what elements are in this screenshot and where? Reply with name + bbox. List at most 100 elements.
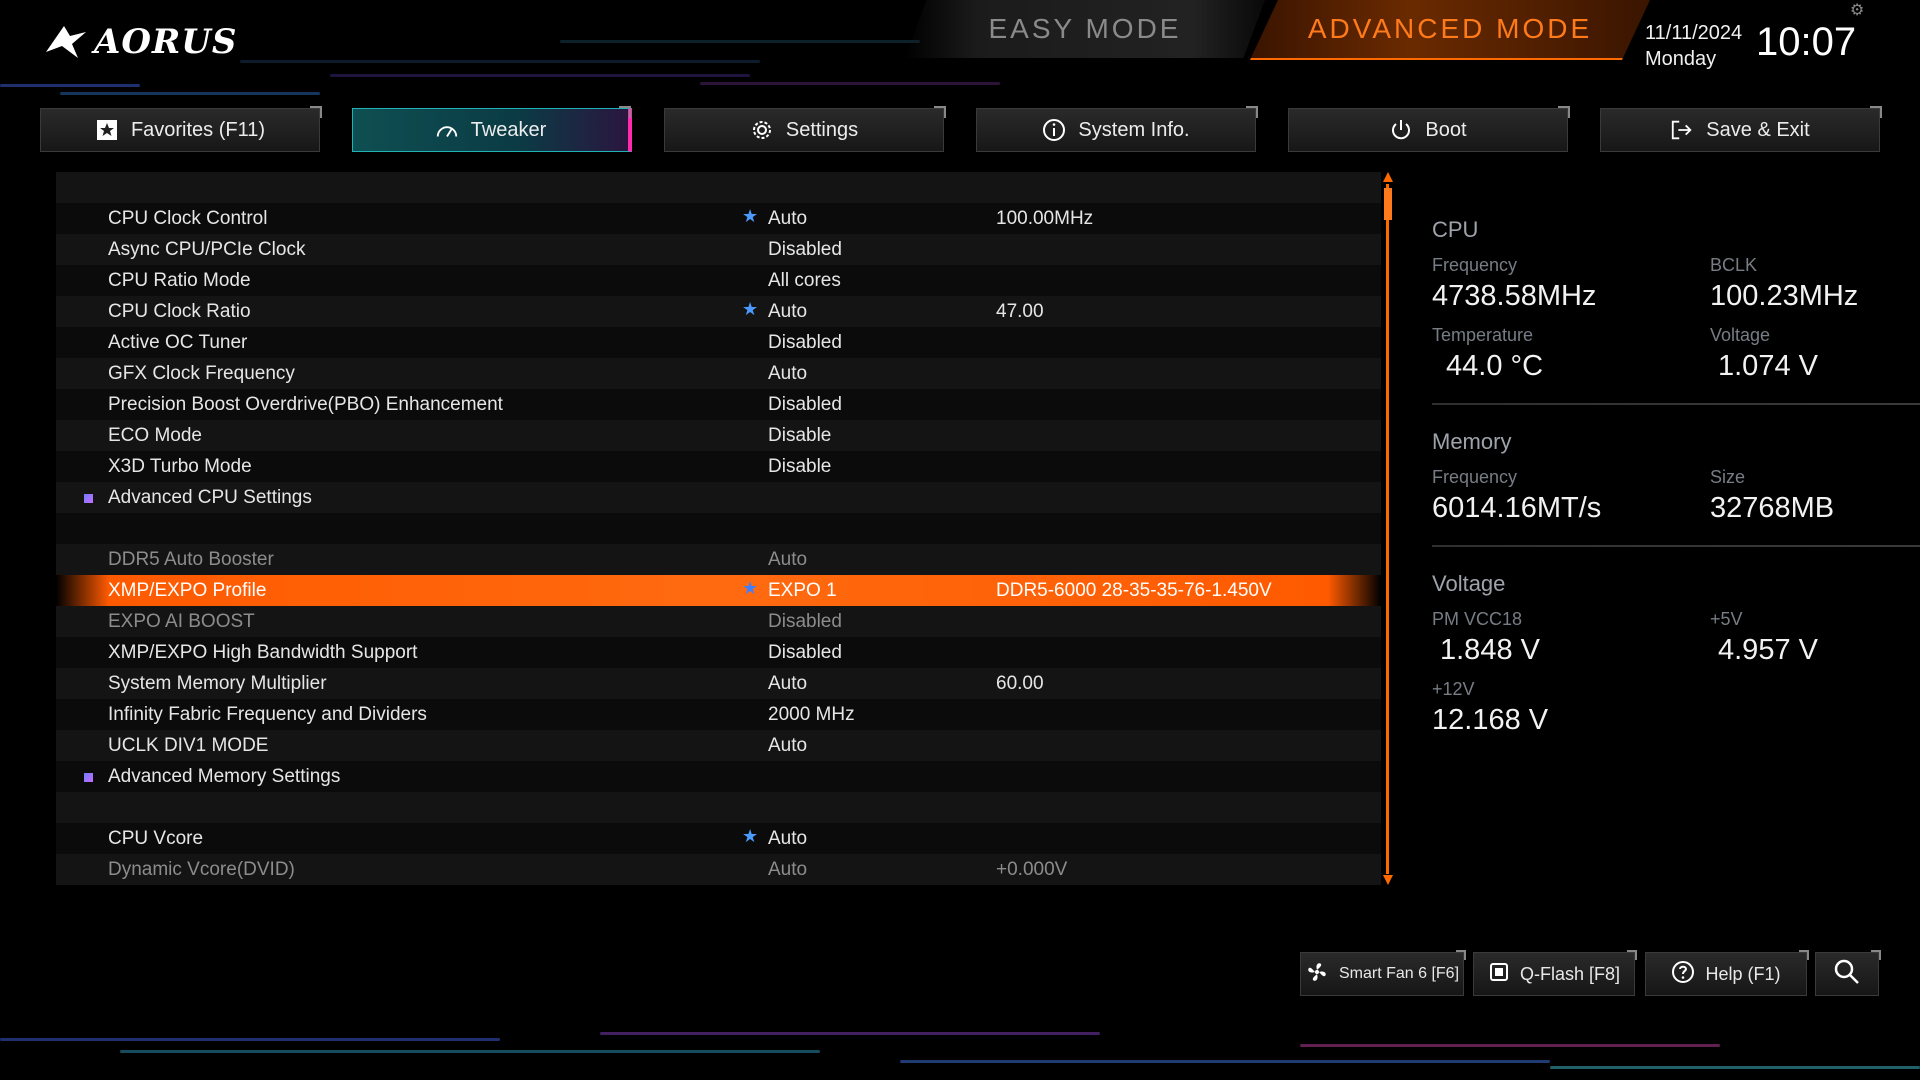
date: 11/11/2024 — [1645, 22, 1743, 44]
scroll-thumb[interactable] — [1384, 188, 1392, 220]
power-icon — [1389, 118, 1413, 142]
setting-current: DDR5-6000 28-35-35-76-1.450V — [996, 579, 1272, 601]
gear-icon — [750, 118, 774, 142]
setting-label: System Memory Multiplier — [108, 672, 327, 694]
setting-row[interactable]: XMP/EXPO High Bandwidth Support Disabled — [56, 637, 1381, 668]
smart-fan-button[interactable]: Smart Fan 6 [F6] — [1300, 950, 1466, 996]
scroll-up-arrow-icon[interactable] — [1383, 172, 1393, 182]
setting-row[interactable]: CPU Ratio Mode All cores — [56, 265, 1381, 296]
qflash-label: Q-Flash [F8] — [1519, 963, 1621, 984]
submenu-advanced-memory-settings[interactable]: Advanced Memory Settings — [56, 761, 1381, 792]
setting-row[interactable]: DDR5 Auto Booster Auto — [56, 544, 1381, 575]
tab-favorites[interactable]: Favorites (F11) — [40, 106, 322, 152]
pm-vcc18-value: 1.848 V — [1440, 634, 1540, 666]
easy-mode-button[interactable]: EASY MODE — [905, 0, 1265, 58]
main-nav-tabs: Favorites (F11) Tweaker Settings System … — [40, 106, 1882, 154]
memory-section-title: Memory — [1432, 429, 1512, 454]
setting-value: Disable — [768, 424, 832, 446]
setting-value: Auto — [768, 300, 808, 322]
setting-row[interactable]: Precision Boost Overdrive(PBO) Enhanceme… — [56, 389, 1381, 420]
tab-label: Settings — [785, 118, 859, 141]
submenu-bullet-icon — [84, 494, 93, 503]
scroll-down-arrow-icon[interactable] — [1383, 875, 1393, 885]
smart-fan-label: Smart Fan 6 [F6] — [1338, 965, 1460, 982]
setting-row[interactable]: X3D Turbo Mode Disable — [56, 451, 1381, 482]
cpu-frequency: Frequency 4738.58MHz — [1432, 255, 1596, 313]
submenu-advanced-cpu-settings[interactable]: Advanced CPU Settings — [56, 482, 1381, 513]
scroll-track[interactable] — [1386, 184, 1389, 874]
setting-value: All cores — [768, 269, 841, 291]
setting-value: Auto — [768, 827, 808, 849]
eagle-icon — [46, 26, 86, 58]
setting-row[interactable]: GFX Clock Frequency Auto — [56, 358, 1381, 389]
advanced-mode-button[interactable]: ADVANCED MODE — [1250, 0, 1650, 60]
search-button[interactable] — [1815, 950, 1881, 996]
footer-decoration — [0, 1020, 1920, 1080]
setting-label: XMP/EXPO Profile — [108, 579, 267, 601]
setting-row[interactable]: System Memory Multiplier Auto 60.00 — [56, 668, 1381, 699]
setting-label: GFX Clock Frequency — [108, 362, 295, 384]
setting-value: Disabled — [768, 393, 842, 415]
clock: 10:07 — [1756, 20, 1857, 64]
setting-current: +0.000V — [996, 858, 1068, 880]
tab-boot[interactable]: Boot — [1288, 106, 1570, 152]
info-icon — [1042, 118, 1066, 142]
setting-label: ECO Mode — [108, 424, 202, 446]
setting-label: Async CPU/PCIe Clock — [108, 238, 306, 260]
pm-vcc18-label: PM VCC18 — [1432, 609, 1523, 629]
setting-value: EXPO 1 — [768, 579, 837, 601]
mini-gear-icon[interactable]: ⚙ — [1850, 0, 1864, 19]
setting-label: Advanced Memory Settings — [108, 765, 341, 787]
setting-label: Advanced CPU Settings — [108, 486, 312, 508]
exit-icon — [1670, 118, 1694, 142]
tab-label: System Info. — [1078, 118, 1190, 141]
setting-current: 60.00 — [996, 672, 1044, 694]
setting-row[interactable]: Dynamic Vcore(DVID) Auto +0.000V — [56, 854, 1381, 885]
setting-row[interactable]: CPU Vcore ★ Auto — [56, 823, 1381, 854]
setting-value: Auto — [768, 548, 808, 570]
setting-row[interactable]: CPU Clock Control ★ Auto 100.00MHz — [56, 203, 1381, 234]
setting-row[interactable]: Async CPU/PCIe Clock Disabled — [56, 234, 1381, 265]
setting-label: CPU Ratio Mode — [108, 269, 251, 291]
setting-value: Disabled — [768, 331, 842, 353]
setting-row[interactable]: CPU Clock Ratio ★ Auto 47.00 — [56, 296, 1381, 327]
search-icon — [1833, 958, 1861, 991]
setting-row[interactable]: Active OC Tuner Disabled — [56, 327, 1381, 358]
help-button[interactable]: Help (F1) — [1645, 950, 1809, 996]
tab-tweaker[interactable]: Tweaker — [352, 106, 632, 152]
settings-scrollbar[interactable] — [1383, 172, 1393, 885]
setting-label: CPU Clock Ratio — [108, 300, 251, 322]
memory-size: Size 32768MB — [1710, 467, 1834, 525]
setting-label: Precision Boost Overdrive(PBO) Enhanceme… — [108, 393, 503, 415]
qflash-button[interactable]: Q-Flash [F8] — [1473, 950, 1637, 996]
cpu-voltage-value: 1.074 V — [1718, 350, 1818, 382]
tab-system-info[interactable]: System Info. — [976, 106, 1258, 152]
setting-row[interactable]: UCLK DIV1 MODE Auto — [56, 730, 1381, 761]
setting-row[interactable]: EXPO AI BOOST Disabled — [56, 606, 1381, 637]
cpu-bclk-value: 100.23MHz — [1710, 280, 1859, 312]
tab-label: Save & Exit — [1706, 118, 1810, 141]
plus-12v-label: +12V — [1432, 679, 1475, 699]
setting-value: 2000 MHz — [768, 703, 855, 725]
setting-value: Auto — [768, 362, 808, 384]
setting-value: Disabled — [768, 610, 842, 632]
favorite-star-icon: ★ — [742, 206, 759, 226]
setting-value: Auto — [768, 672, 808, 694]
tab-settings[interactable]: Settings — [664, 106, 946, 152]
tab-label: Boot — [1425, 118, 1467, 141]
help-label: Help (F1) — [1705, 963, 1781, 984]
favorite-star-icon: ★ — [742, 826, 759, 846]
setting-label: XMP/EXPO High Bandwidth Support — [108, 641, 418, 663]
tab-save-exit[interactable]: Save & Exit — [1600, 106, 1882, 152]
chip-icon — [1488, 961, 1510, 988]
cpu-voltage: Voltage 1.074 V — [1710, 325, 1818, 383]
pm-vcc18: PM VCC18 1.848 V — [1432, 609, 1540, 667]
setting-row[interactable]: ECO Mode Disable — [56, 420, 1381, 451]
plus-5v: +5V 4.957 V — [1710, 609, 1818, 667]
panel-divider — [1432, 545, 1920, 547]
setting-row-selected[interactable]: XMP/EXPO Profile ★ EXPO 1 DDR5-6000 28-3… — [56, 575, 1381, 606]
memory-frequency-value: 6014.16MT/s — [1432, 492, 1602, 524]
settings-list: CPU Clock Control ★ Auto 100.00MHz Async… — [56, 172, 1381, 885]
setting-row[interactable]: Infinity Fabric Frequency and Dividers 2… — [56, 699, 1381, 730]
weekday: Monday — [1645, 48, 1717, 70]
